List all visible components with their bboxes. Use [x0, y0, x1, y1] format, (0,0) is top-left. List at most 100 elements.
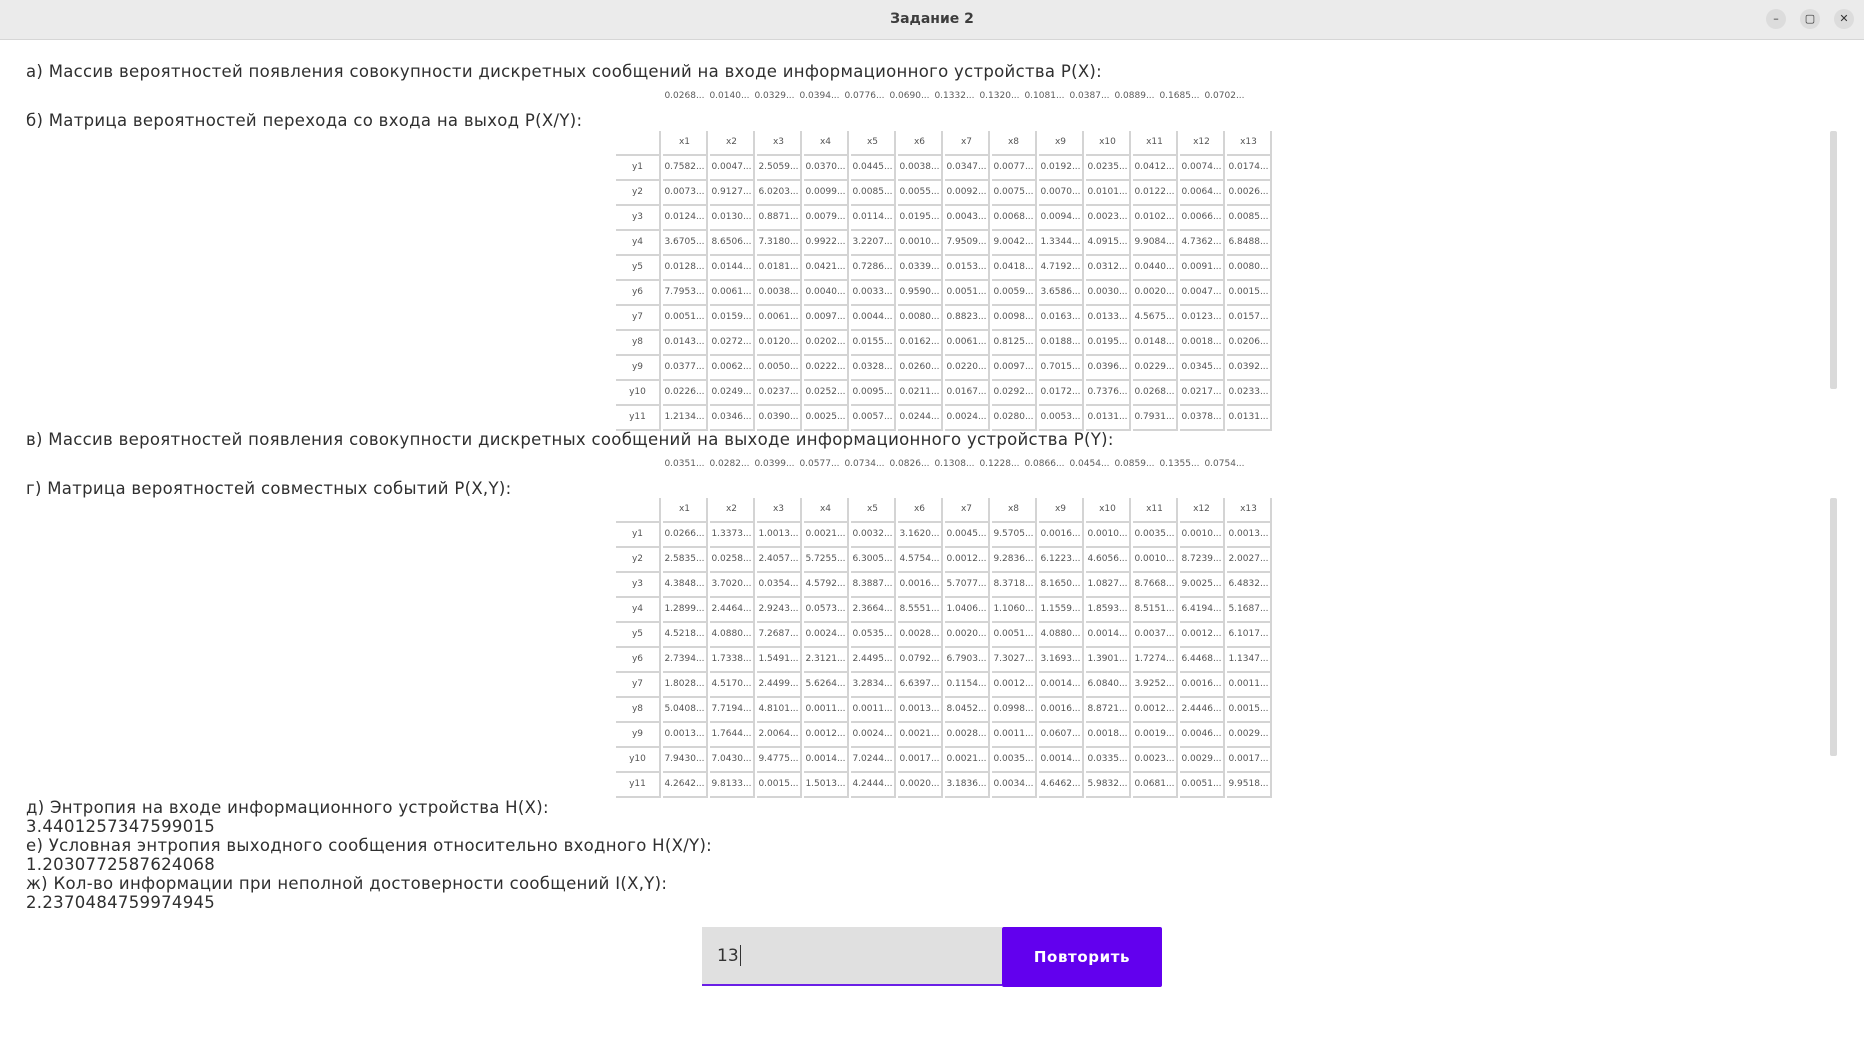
table-cell: 0.9127...: [710, 181, 755, 206]
table-cell: 0.0074...: [1180, 156, 1225, 181]
table-row: y3 4.3848... 3.7020... 0.0354... 4.5792... 8.…: [616, 573, 1274, 598]
ixy-value: 2.2370484759974945: [26, 893, 216, 912]
column-header: x6: [898, 131, 943, 156]
table-cell: 4.0880...: [1039, 623, 1084, 648]
table-cell: 0.7376...: [1086, 381, 1131, 406]
row-header: y10: [616, 748, 661, 773]
titlebar[interactable]: Задание 2 – ▢ ✕: [0, 0, 1864, 40]
table-cell: 0.0099...: [804, 181, 849, 206]
count-input[interactable]: 13: [702, 927, 1002, 986]
px-value-8: 0.1320...: [979, 91, 1020, 101]
table-cell: 0.0378...: [1180, 406, 1225, 431]
table-cell: 2.4446...: [1180, 698, 1225, 723]
column-header: x3: [757, 131, 802, 156]
matrix-b-scrollbar[interactable]: [1830, 131, 1837, 389]
column-header: x9: [1039, 131, 1084, 156]
table-cell: 0.0026...: [1227, 181, 1272, 206]
table-cell: 7.7953...: [663, 281, 708, 306]
table-cell: 3.9252...: [1133, 673, 1178, 698]
table-cell: 0.0012...: [945, 548, 990, 573]
minimize-icon[interactable]: –: [1766, 9, 1786, 29]
px-value-2: 0.0140...: [709, 91, 750, 101]
table-cell: 1.7644...: [710, 723, 755, 748]
table-cell: 1.2899...: [663, 598, 708, 623]
row-header: y10: [616, 381, 661, 406]
table-cell: 0.0097...: [992, 356, 1037, 381]
table-cell: 0.0396...: [1086, 356, 1131, 381]
table-cell: 0.0024...: [851, 723, 896, 748]
corner-cell: [616, 498, 661, 523]
table-cell: 0.8871...: [757, 206, 802, 231]
table-cell: 5.1687...: [1227, 598, 1272, 623]
table-cell: 0.0128...: [663, 256, 708, 281]
table-row: y6 7.7953... 0.0061... 0.0038... 0.0040... 0.…: [616, 281, 1274, 306]
section-a-label: а) Массив вероятностей появления совокуп…: [26, 62, 1103, 81]
table-cell: 0.0120...: [757, 331, 802, 356]
table-cell: 0.7931...: [1133, 406, 1178, 431]
table-cell: 8.3887...: [851, 573, 896, 598]
row-header: y6: [616, 648, 661, 673]
table-cell: 0.0188...: [1039, 331, 1084, 356]
close-icon[interactable]: ✕: [1834, 9, 1854, 29]
table-cell: 6.0840...: [1086, 673, 1131, 698]
table-row: y9 0.0377... 0.0062... 0.0050... 0.0222... 0.…: [616, 356, 1274, 381]
column-header: x8: [992, 498, 1037, 523]
table-cell: 0.0354...: [757, 573, 802, 598]
row-header: y7: [616, 673, 661, 698]
table-cell: 0.0260...: [898, 356, 943, 381]
table-cell: 0.0131...: [1086, 406, 1131, 431]
table-cell: 8.8721...: [1086, 698, 1131, 723]
table-cell: 4.8101...: [757, 698, 802, 723]
table-cell: 0.0122...: [1133, 181, 1178, 206]
table-cell: 0.0013...: [1227, 523, 1272, 548]
py-value-9: 0.0866...: [1024, 459, 1065, 469]
row-header: y2: [616, 548, 661, 573]
table-cell: 6.4832...: [1227, 573, 1272, 598]
table-cell: 0.0206...: [1227, 331, 1272, 356]
table-cell: 0.0998...: [992, 698, 1037, 723]
px-value-12: 0.1685...: [1159, 91, 1200, 101]
matrix-g-scrollbar[interactable]: [1830, 498, 1837, 756]
table-cell: 0.0235...: [1086, 156, 1131, 181]
table-row: y1 0.7582... 0.0047... 2.5059... 0.0370... 0.…: [616, 156, 1274, 181]
column-header: x10: [1086, 498, 1131, 523]
repeat-button[interactable]: Повторить: [1002, 927, 1162, 987]
table-cell: 9.0025...: [1180, 573, 1225, 598]
table-cell: 0.0046...: [1180, 723, 1225, 748]
table-cell: 4.3848...: [663, 573, 708, 598]
px-value-11: 0.0889...: [1114, 91, 1155, 101]
maximize-icon[interactable]: ▢: [1800, 9, 1820, 29]
table-cell: 0.0028...: [898, 623, 943, 648]
table-cell: 0.0021...: [945, 748, 990, 773]
table-cell: 8.1650...: [1039, 573, 1084, 598]
table-cell: 9.2836...: [992, 548, 1037, 573]
table-cell: 8.7668...: [1133, 573, 1178, 598]
table-cell: 4.6056...: [1086, 548, 1131, 573]
table-cell: 1.3373...: [710, 523, 755, 548]
table-cell: 0.0059...: [992, 281, 1037, 306]
table-cell: 0.0020...: [1133, 281, 1178, 306]
table-cell: 0.0077...: [992, 156, 1037, 181]
section-g-label: г) Матрица вероятностей совместных событ…: [26, 479, 512, 498]
row-header: y2: [616, 181, 661, 206]
table-cell: 0.0292...: [992, 381, 1037, 406]
table-cell: 0.0051...: [945, 281, 990, 306]
table-cell: 1.7274...: [1133, 648, 1178, 673]
table-cell: 0.7582...: [663, 156, 708, 181]
hxy-value: 1.2030772587624068: [26, 855, 216, 874]
row-header: y3: [616, 206, 661, 231]
table-cell: 7.2687...: [757, 623, 802, 648]
table-cell: 0.0345...: [1180, 356, 1225, 381]
column-header: x5: [851, 498, 896, 523]
table-cell: 0.0012...: [992, 673, 1037, 698]
row-header: y8: [616, 698, 661, 723]
table-cell: 0.0019...: [1133, 723, 1178, 748]
row-header: y4: [616, 598, 661, 623]
table-cell: 0.0061...: [757, 306, 802, 331]
table-cell: 2.0027...: [1227, 548, 1272, 573]
table-cell: 0.0195...: [1086, 331, 1131, 356]
table-cell: 7.3027...: [992, 648, 1037, 673]
table-cell: 4.2444...: [851, 773, 896, 798]
count-input-value[interactable]: 13: [717, 946, 739, 966]
table-cell: 0.0011...: [851, 698, 896, 723]
